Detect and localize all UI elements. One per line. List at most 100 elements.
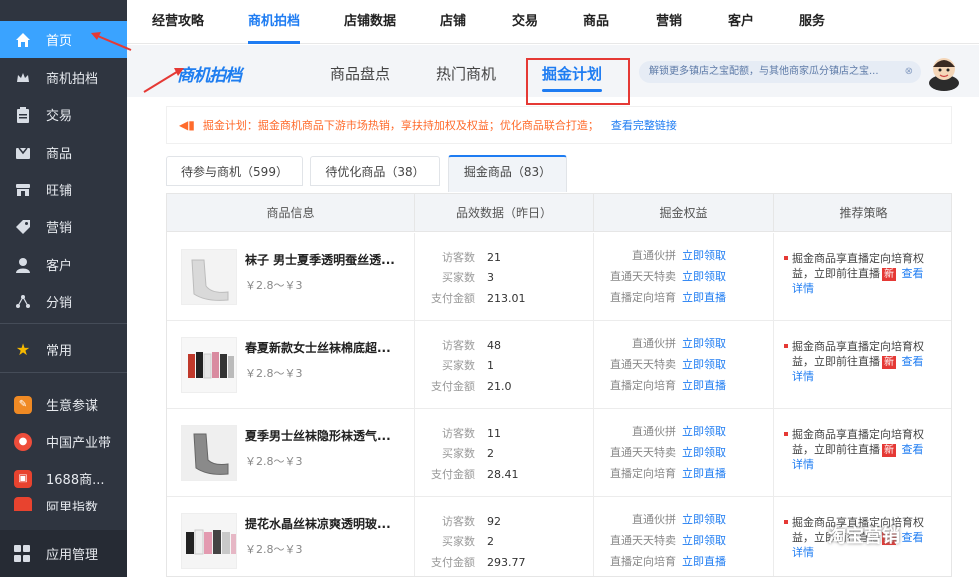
box-icon: [14, 144, 32, 162]
sidebar-item-favorites[interactable]: ★ 常用: [0, 331, 127, 368]
chart-app-icon: ✎: [14, 395, 32, 414]
goods-info-cell: 袜子 男士夏季透明蚕丝透... ￥2.8～￥3: [167, 233, 415, 321]
home-icon: [14, 31, 32, 49]
grid-icon: [14, 544, 32, 563]
product-name[interactable]: 提花水晶丝袜凉爽透明玻...: [245, 515, 405, 532]
tag-icon: [14, 218, 32, 236]
product-image: [181, 425, 237, 481]
product-name[interactable]: 夏季男士丝袜隐形袜透气...: [245, 427, 405, 444]
claim-link[interactable]: 立即领取: [682, 337, 726, 350]
metric-amount: 支付金额 213.01: [431, 292, 526, 305]
sidebar-item-label: 1688商...: [46, 473, 105, 488]
close-icon[interactable]: ⊗: [905, 61, 913, 83]
topnav-tab[interactable]: 经营攻略: [152, 0, 204, 44]
topnav-tab[interactable]: 店铺: [440, 0, 466, 44]
claim-link[interactable]: 立即领取: [682, 358, 726, 371]
metric-visitors: 访客数 92: [442, 515, 501, 528]
notice-text: 掘金计划：掘金商机商品下游市场热销，享扶持加权及权益；优化商品联合打造；: [202, 119, 599, 132]
sidebar-item-industry-belt[interactable]: ● 中国产业带: [0, 423, 127, 460]
promo-text: 解锁更多镇店之宝配额，与其他商家瓜分镇店之宝...: [649, 66, 879, 77]
sidebar-item-home[interactable]: 首页: [0, 21, 127, 58]
benefit-line: 直通伙拼 立即领取: [632, 337, 726, 350]
goods-info-cell: 夏季男士丝袜隐形袜透气... ￥2.8～￥3: [167, 409, 415, 497]
sidebar-item-label: 中国产业带: [46, 436, 112, 451]
benefit-line: 直播定向培育 立即直播: [610, 467, 726, 480]
sidebar-item-shop[interactable]: 旺铺: [0, 171, 127, 208]
sidebar-divider: [0, 323, 127, 324]
tab-gold-goods[interactable]: 掘金商品（83）: [448, 155, 567, 192]
topnav-tab[interactable]: 营销: [656, 0, 682, 44]
strategy-cell: 掘金商品享直播定向培育权益，立即前往直播新 查看详情: [774, 233, 951, 321]
claim-link[interactable]: 立即领取: [682, 249, 726, 262]
promo-banner[interactable]: 解锁更多镇店之宝配额，与其他商家瓜分镇店之宝... ⊗: [639, 61, 921, 83]
claim-link[interactable]: 立即领取: [682, 270, 726, 283]
topnav-tab[interactable]: 商品: [583, 0, 609, 44]
metric-buyers: 买家数 3: [442, 271, 494, 284]
watermark: 淘宝营销: [828, 526, 900, 547]
plan-notice: ◀▮ 掘金计划：掘金商机商品下游市场热销，享扶持加权及权益；优化商品联合打造； …: [166, 106, 952, 144]
strategy-text: 掘金商品享直播定向培育权益，立即前往直播新 查看详情: [784, 339, 932, 384]
clipboard-icon: [14, 106, 32, 124]
performance-cell: 访客数 92 买家数 2 支付金额 293.77: [415, 497, 594, 576]
app-manage-button[interactable]: 应用管理: [0, 530, 127, 577]
benefit-line: 直通天天特卖 立即领取: [610, 270, 726, 283]
product-image: [181, 249, 237, 305]
header-performance: 品效数据（昨日）: [415, 194, 594, 232]
sidebar-item-trade[interactable]: 交易: [0, 96, 127, 133]
sidebar-item-label: 生意参谋: [46, 399, 99, 414]
view-full-link[interactable]: 查看完整链接: [611, 117, 677, 133]
subtab-hot-opportunities[interactable]: 热门商机: [436, 63, 496, 84]
benefits-cell: 直通伙拼 立即领取 直通天天特卖 立即领取 直播定向培育 立即直播: [594, 497, 774, 576]
subtab-goods-inventory[interactable]: 商品盘点: [330, 63, 390, 84]
new-badge: 新: [882, 356, 896, 369]
sidebar-item-index[interactable]: 阿里指数: [0, 497, 127, 511]
benefit-line: 直通天天特卖 立即领取: [610, 446, 726, 459]
sidebar-item-customer[interactable]: 客户: [0, 246, 127, 283]
highlight-box: [526, 58, 630, 105]
sidebar-item-distribution[interactable]: 分销: [0, 283, 127, 320]
sidebar-item-goods[interactable]: 商品: [0, 134, 127, 171]
live-link[interactable]: 立即直播: [682, 379, 726, 392]
live-link[interactable]: 立即直播: [682, 467, 726, 480]
sidebar-item-label: 常用: [46, 344, 73, 359]
performance-cell: 访客数 11 买家数 2 支付金额 28.41: [415, 409, 594, 497]
claim-link[interactable]: 立即领取: [682, 446, 726, 459]
sidebar-item-business-advisor[interactable]: ✎ 生意参谋: [0, 386, 127, 423]
sidebar-item-label: 分销: [46, 296, 73, 311]
table-row: 袜子 男士夏季透明蚕丝透... ￥2.8～￥3 访客数 21 买家数 3 支付金额 2…: [167, 233, 951, 321]
benefit-line: 直播定向培育 立即直播: [610, 291, 726, 304]
tab-pending-opportunities[interactable]: 待参与商机（599）: [166, 156, 303, 186]
claim-link[interactable]: 立即领取: [682, 513, 726, 526]
product-name[interactable]: 袜子 男士夏季透明蚕丝透...: [245, 251, 405, 268]
live-link[interactable]: 立即直播: [682, 291, 726, 304]
sidebar-item-partner[interactable]: 商机拍档: [0, 59, 127, 96]
table-header: 商品信息 品效数据（昨日） 掘金权益 推荐策略: [167, 194, 951, 232]
sidebar-item-label: 商品: [46, 147, 73, 162]
sidebar-item-1688[interactable]: ▣ 1688商...: [0, 460, 127, 497]
sidebar-item-label: 客户: [46, 259, 73, 274]
benefit-line: 直播定向培育 立即直播: [610, 379, 726, 392]
metric-buyers: 买家数 2: [442, 535, 494, 548]
header-goods-info: 商品信息: [167, 194, 415, 232]
table-row: 夏季男士丝袜隐形袜透气... ￥2.8～￥3 访客数 11 买家数 2 支付金额 28…: [167, 409, 951, 497]
topnav-tab[interactable]: 店铺数据: [344, 0, 396, 44]
product-image: [181, 513, 237, 569]
sidebar: 首页 商机拍档 交易 商品 旺铺 营销 客户 分销 ★ 常用 ✎ 生意参谋 ● …: [0, 0, 127, 577]
product-price: ￥2.8～￥3: [245, 279, 303, 292]
strategy-text: 掘金商品享直播定向培育权益，立即前往直播新 查看详情: [784, 427, 932, 472]
strategy-cell: 掘金商品享直播定向培育权益，立即前往直播新 查看详情: [774, 409, 951, 497]
partner-logo: 商机拍档: [177, 66, 242, 86]
topnav-tab[interactable]: 交易: [512, 0, 538, 44]
sidebar-item-marketing[interactable]: 营销: [0, 208, 127, 245]
claim-link[interactable]: 立即领取: [682, 534, 726, 547]
benefit-line: 直通伙拼 立即领取: [632, 249, 726, 262]
topnav-tab[interactable]: 客户: [728, 0, 754, 44]
claim-link[interactable]: 立即领取: [682, 425, 726, 438]
product-name[interactable]: 春夏新款女士丝袜棉底超...: [245, 339, 405, 356]
tab-pending-optimize[interactable]: 待优化商品（38）: [310, 156, 440, 186]
topnav-tab-active[interactable]: 商机拍档: [248, 0, 301, 44]
product-image: [181, 337, 237, 393]
product-price: ￥2.8～￥3: [245, 543, 303, 556]
live-link[interactable]: 立即直播: [682, 555, 726, 568]
topnav-tab[interactable]: 服务: [799, 0, 825, 44]
